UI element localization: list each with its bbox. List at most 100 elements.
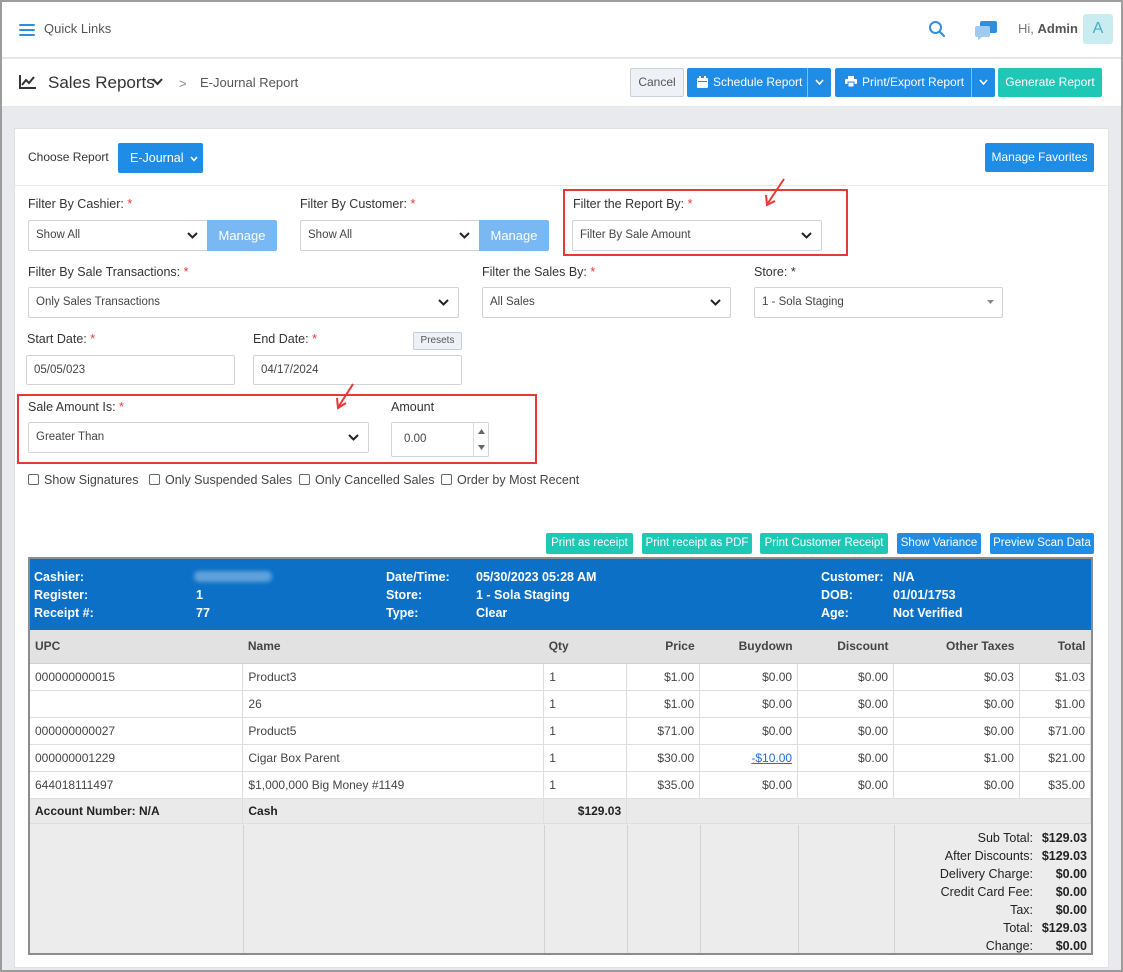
end-date-input[interactable]: 04/17/2024	[253, 355, 462, 385]
amount-spinner[interactable]	[473, 423, 488, 456]
chevron-down-icon[interactable]	[152, 78, 163, 86]
transactions-filter-label: Filter By Sale Transactions: *	[28, 265, 189, 279]
search-icon[interactable]	[928, 20, 946, 38]
sales-by-label: Filter the Sales By: *	[482, 265, 596, 279]
customer-filter-label: Filter By Customer: *	[300, 197, 416, 211]
receipt-header: Cashier: Register: 1 Receipt #: 77 Date/…	[30, 559, 1091, 630]
table-cell: $35.00	[626, 771, 701, 799]
schedule-report-button[interactable]: Schedule Report	[687, 68, 831, 97]
table-cell: $0.00	[797, 771, 895, 799]
print-export-button[interactable]: Print/Export Report	[835, 68, 995, 97]
cashier-name-redacted	[194, 571, 272, 582]
checkbox-box[interactable]	[28, 474, 39, 485]
datetime-value: 05/30/2023 05:28 AM	[476, 570, 597, 584]
breadcrumb-separator: >	[179, 76, 187, 91]
manage-customer-button[interactable]: Manage	[479, 220, 549, 251]
print-dropdown-toggle[interactable]	[971, 68, 995, 97]
transactions-select[interactable]: Only Sales Transactions	[28, 287, 459, 318]
customer-select[interactable]: Show All	[300, 220, 480, 251]
age-value: Not Verified	[893, 606, 963, 620]
age-label: Age:	[821, 606, 849, 620]
sale-amount-select[interactable]: Greater Than	[28, 422, 369, 453]
table-cell: Product5	[242, 717, 545, 745]
start-date-input[interactable]: 05/05/023	[26, 355, 235, 385]
table-cell: Cigar Box Parent	[242, 744, 545, 772]
checkbox-box[interactable]	[441, 474, 452, 485]
preview-scan-data-button[interactable]: Preview Scan Data	[990, 533, 1094, 554]
report-by-label: Filter the Report By: *	[573, 197, 693, 211]
chevron-down-icon	[438, 299, 449, 306]
table-cell: $1.00	[1019, 690, 1091, 718]
table-cell: $71.00	[626, 717, 701, 745]
page-title[interactable]: Sales Reports	[48, 73, 155, 93]
column-header[interactable]: Qty	[543, 630, 627, 664]
print-as-receipt-button[interactable]: Print as receipt	[546, 533, 633, 554]
account-row-filler	[626, 798, 1091, 824]
column-divider	[627, 825, 628, 953]
arrow-icon	[765, 178, 785, 207]
print-receipt-pdf-button[interactable]: Print receipt as PDF	[642, 533, 752, 554]
receipt-block: Cashier: Register: 1 Receipt #: 77 Date/…	[28, 557, 1093, 955]
amount-input[interactable]: 0.00	[391, 422, 489, 457]
table-cell: $0.00	[699, 771, 799, 799]
checkbox-only-suspended[interactable]: Only Suspended Sales	[149, 473, 292, 487]
user-greeting: Hi, Admin	[1018, 21, 1078, 36]
cancel-button[interactable]: Cancel	[630, 68, 684, 97]
generate-report-button[interactable]: Generate Report	[998, 68, 1102, 97]
table-cell: 1	[543, 744, 628, 772]
report-select-button[interactable]: E-Journal	[118, 143, 203, 173]
checkbox-only-cancelled[interactable]: Only Cancelled Sales	[299, 473, 435, 487]
cashier-select[interactable]: Show All	[28, 220, 208, 251]
sale-amount-label: Sale Amount Is: *	[28, 400, 124, 414]
column-header[interactable]: Total	[1019, 630, 1091, 664]
buydown-link[interactable]: -$10.00	[751, 751, 792, 765]
column-header[interactable]: Buydown	[699, 630, 798, 664]
payment-method: Cash	[242, 798, 545, 824]
checkbox-box[interactable]	[149, 474, 160, 485]
menu-icon[interactable]	[19, 24, 35, 36]
caret-up-icon[interactable]	[478, 429, 485, 434]
total-value: $0.00	[1055, 867, 1087, 881]
show-variance-button[interactable]: Show Variance	[897, 533, 981, 554]
quick-links-link[interactable]: Quick Links	[44, 21, 111, 36]
column-header[interactable]: Other Taxes	[893, 630, 1020, 664]
datetime-label: Date/Time:	[386, 570, 450, 584]
type-label: Type:	[386, 606, 419, 620]
cashier-label: Cashier:	[34, 570, 85, 584]
manage-cashier-button[interactable]: Manage	[207, 220, 277, 251]
caret-down-icon[interactable]	[478, 445, 485, 450]
table-cell: 000000001229	[30, 744, 244, 772]
total-value: $129.03	[1041, 831, 1087, 845]
register-value: 1	[196, 588, 203, 602]
schedule-dropdown-toggle[interactable]	[807, 68, 831, 97]
chevron-down-icon	[190, 156, 198, 162]
table-cell: $0.03	[893, 663, 1020, 691]
total-label: Tax:	[1010, 903, 1033, 917]
store-select[interactable]: 1 - Sola Staging	[754, 287, 1003, 318]
table-cell: $1.03	[1019, 663, 1091, 691]
checkbox-show-signatures[interactable]: Show Signatures	[28, 473, 139, 487]
table-cell: -$10.00	[699, 744, 799, 772]
column-header[interactable]: Discount	[797, 630, 894, 664]
sales-by-select[interactable]: All Sales	[482, 287, 731, 318]
column-header[interactable]: UPC	[30, 630, 243, 664]
end-date-label: End Date: *	[253, 332, 317, 346]
column-divider	[243, 825, 244, 953]
customer-info-value: N/A	[893, 570, 915, 584]
total-value: $129.03	[1041, 849, 1087, 863]
avatar[interactable]: A	[1083, 14, 1113, 44]
table-cell: $71.00	[1019, 717, 1091, 745]
table-row: 000000000027 Product5 1 $71.00 $0.00 $0.00 $0.…	[30, 717, 1091, 745]
manage-favorites-button[interactable]: Manage Favorites	[985, 143, 1094, 172]
table-cell: 26	[242, 690, 545, 718]
print-customer-receipt-button[interactable]: Print Customer Receipt	[760, 533, 888, 554]
table-cell: $0.00	[893, 717, 1020, 745]
presets-button[interactable]: Presets	[413, 332, 462, 350]
column-header[interactable]: Name	[242, 630, 544, 664]
chat-icon[interactable]	[974, 19, 998, 41]
report-by-select[interactable]: Filter By Sale Amount	[572, 220, 822, 251]
column-header[interactable]: Price	[626, 630, 700, 664]
table-cell: $1.00	[893, 744, 1020, 772]
checkbox-order-recent[interactable]: Order by Most Recent	[441, 473, 579, 487]
checkbox-box[interactable]	[299, 474, 310, 485]
